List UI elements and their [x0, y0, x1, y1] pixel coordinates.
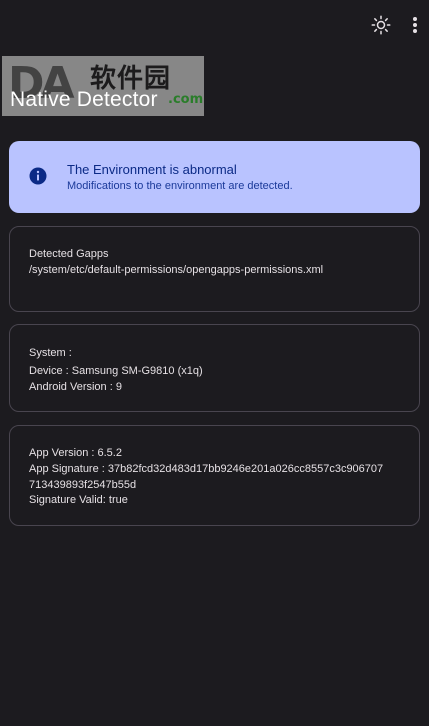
watermark-com-text: .com — [168, 92, 204, 107]
app-signature: App Signature : 37b82fcd32d483d17bb9246e… — [29, 463, 384, 475]
system-card: System : Device : Samsung SM-G9810 (x1q)… — [9, 324, 420, 412]
app-version: App Version : 6.5.2 — [29, 447, 122, 459]
app-info-card: App Version : 6.5.2 App Signature : 37b8… — [9, 425, 420, 526]
brightness-icon[interactable] — [368, 12, 394, 38]
gapps-path: /system/etc/default-permissions/opengapp… — [29, 264, 324, 276]
info-icon — [29, 167, 47, 185]
app-signature-cont: 713439893f2547b55d — [29, 479, 137, 491]
alert-title: The Environment is abnormal — [67, 162, 237, 177]
detected-gapps-card: Detected Gapps /system/etc/default-permi… — [9, 226, 420, 312]
app-title: Native Detector — [10, 88, 158, 111]
system-heading: System : — [29, 347, 72, 359]
device-info: Device : Samsung SM-G9810 (x1q) — [29, 365, 203, 377]
top-app-bar — [0, 0, 429, 50]
environment-alert-card: The Environment is abnormal Modification… — [9, 141, 420, 213]
android-version: Android Version : 9 — [29, 381, 122, 393]
signature-valid: Signature Valid: true — [29, 494, 128, 506]
gapps-heading: Detected Gapps — [29, 248, 109, 260]
alert-subtitle: Modifications to the environment are det… — [67, 180, 293, 192]
more-vert-icon[interactable] — [402, 12, 428, 38]
